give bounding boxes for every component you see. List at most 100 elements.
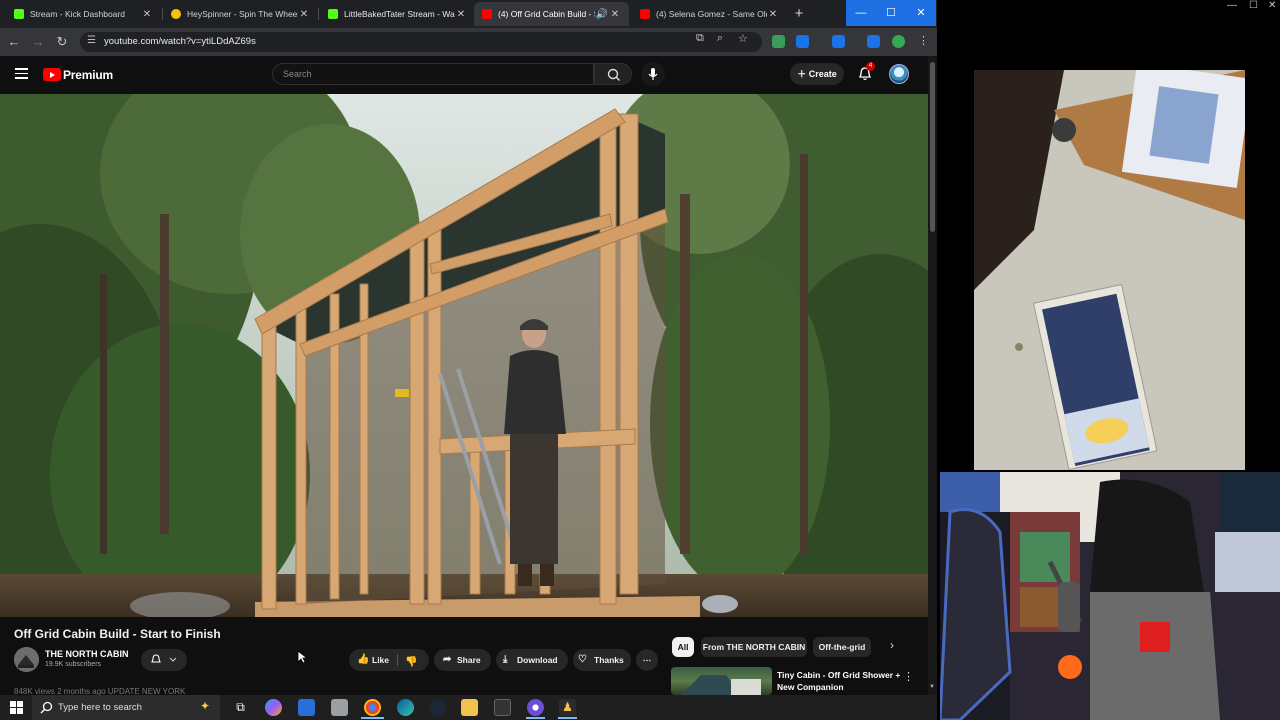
thanks-button[interactable]: ♡ Thanks	[573, 649, 631, 671]
edge-icon[interactable]	[397, 699, 414, 716]
description-preview[interactable]: 848K views 2 months ago UPDATE NEW YORK	[14, 683, 654, 695]
app-icon[interactable]: ♟	[559, 699, 576, 716]
channel-name[interactable]: THE NORTH CABIN	[45, 649, 129, 659]
youtube-brand[interactable]: Premium	[63, 68, 113, 82]
like-label[interactable]: Like	[372, 649, 389, 671]
taskbar-search-box[interactable]: Type here to search ✦	[32, 695, 220, 720]
tab-selena-gomez[interactable]: (4) Selena Gomez - Same Old ✕	[632, 2, 787, 26]
account-avatar[interactable]	[889, 64, 909, 84]
mouse-cursor-icon	[297, 650, 307, 664]
youtube-logo[interactable]	[43, 68, 61, 81]
recommended-more-icon[interactable]: ⋮	[903, 670, 914, 683]
tab-heyspinner[interactable]: HeySpinner - Spin The Wheel ✕	[163, 2, 318, 26]
maximize-icon[interactable]: ☐	[1249, 0, 1258, 11]
speaker-icon[interactable]: 🔊	[595, 9, 609, 20]
store-icon[interactable]	[298, 699, 315, 716]
back-icon[interactable]: ←	[6, 34, 22, 50]
extension-icon[interactable]	[796, 35, 809, 48]
scroll-down-icon[interactable]: ▼	[929, 684, 935, 690]
minimize-button[interactable]: —	[846, 0, 876, 26]
channel-avatar[interactable]	[14, 647, 39, 672]
search-icon	[607, 68, 620, 81]
thanks-icon: ♡	[578, 654, 587, 665]
taskbar-search-placeholder: Type here to search	[58, 702, 142, 713]
chrome-active-indicator	[361, 717, 384, 719]
heyspinner-icon	[171, 9, 181, 19]
voice-search-button[interactable]	[641, 62, 665, 86]
close-tab-icon[interactable]: ✕	[767, 9, 779, 20]
search-input[interactable]: Search	[272, 63, 594, 85]
more-actions-button[interactable]: ⋯	[636, 649, 658, 671]
overhead-camera-feed	[974, 70, 1245, 470]
profile-icon[interactable]	[892, 35, 905, 48]
video-player[interactable]	[0, 94, 928, 617]
app-icon[interactable]	[494, 699, 511, 716]
close-tab-icon[interactable]: ✕	[141, 9, 153, 20]
search-button[interactable]	[594, 63, 632, 85]
download-button[interactable]: ⤓ Download	[496, 649, 568, 671]
video-frame	[0, 94, 928, 617]
youtube-icon	[640, 9, 650, 19]
address-bar[interactable]: ☰ youtube.com/watch?v=ytiLDdAZ69s	[80, 32, 762, 52]
close-window-button[interactable]: ✕	[906, 0, 936, 26]
reload-icon[interactable]: ↻	[54, 34, 70, 50]
recommended-title[interactable]: Tiny Cabin - Off Grid Shower + New Compa…	[777, 669, 902, 693]
extension-icon[interactable]	[832, 35, 845, 48]
thumbs-down-icon[interactable]: 👍	[405, 649, 417, 671]
extension-icon[interactable]	[867, 35, 880, 48]
scrollbar-thumb[interactable]	[930, 62, 935, 232]
close-tab-icon[interactable]: ✕	[298, 9, 310, 20]
chrome-icon[interactable]	[364, 699, 381, 716]
chip-off-the-grid[interactable]: Off-the-grid	[813, 637, 871, 657]
overlay-titlebar: — ☐ ✕	[937, 0, 1280, 16]
subscriber-count: 19.9K subscribers	[45, 661, 102, 668]
task-view-icon[interactable]: ⧉	[232, 699, 249, 716]
app-icon[interactable]	[331, 699, 348, 716]
steam-icon[interactable]	[429, 699, 446, 716]
copilot-icon[interactable]	[265, 699, 282, 716]
bookmark-star-icon[interactable]: ☆	[738, 32, 748, 45]
tab-littlebakedtater[interactable]: LittleBakedTater Stream - Wat ✕	[320, 2, 475, 26]
chip-from-channel[interactable]: From THE NORTH CABIN	[701, 637, 807, 657]
download-label: Download	[517, 655, 558, 665]
chip-all[interactable]: All	[672, 637, 694, 657]
youtube-icon	[482, 9, 492, 19]
maximize-button[interactable]: ☐	[876, 0, 906, 26]
chevron-right-icon[interactable]: ›	[890, 638, 894, 652]
create-button[interactable]: ＋ Create	[790, 63, 844, 85]
windows-start-icon[interactable]	[10, 701, 23, 714]
close-icon[interactable]: ✕	[1268, 0, 1276, 11]
extension-icon[interactable]	[772, 35, 785, 48]
site-info-icon[interactable]: ☰	[87, 35, 96, 46]
file-explorer-icon[interactable]	[461, 699, 478, 716]
share-icon: ➦	[443, 654, 452, 665]
forward-icon[interactable]: →	[30, 34, 46, 50]
share-button[interactable]: ➦ Share	[434, 649, 491, 671]
zoom-icon[interactable]: ⌕	[717, 32, 723, 45]
cast-icon[interactable]: ⧉	[696, 32, 704, 45]
tab-off-grid-cabin[interactable]: (4) Off Grid Cabin Build - S 🔊 ✕	[474, 2, 629, 26]
tab-divider	[318, 8, 319, 20]
like-divider	[397, 654, 398, 666]
new-tab-button[interactable]: +	[790, 5, 808, 23]
obs-icon[interactable]	[527, 699, 544, 716]
tab-title: LittleBakedTater Stream - Wat	[344, 9, 455, 19]
search-icon	[40, 701, 53, 714]
minimize-icon[interactable]: —	[1227, 0, 1237, 11]
kebab-menu-icon[interactable]: ⋮	[918, 34, 929, 47]
kick-icon	[14, 9, 24, 19]
windows-taskbar: Type here to search ✦ ⧉ ♟	[0, 695, 937, 720]
recommended-thumbnail-image	[681, 675, 761, 695]
thumbs-up-icon[interactable]: 👍	[357, 649, 369, 671]
url-text: youtube.com/watch?v=ytiLDdAZ69s	[104, 36, 256, 47]
hamburger-menu-icon[interactable]	[15, 68, 28, 79]
close-tab-icon[interactable]: ✕	[609, 9, 621, 20]
tab-kick-dashboard[interactable]: Stream - Kick Dashboard ✕	[6, 2, 161, 26]
tab-strip: Stream - Kick Dashboard ✕ HeySpinner - S…	[0, 0, 937, 28]
recommended-thumbnail[interactable]	[671, 667, 772, 695]
microphone-icon	[648, 68, 658, 80]
close-tab-icon[interactable]: ✕	[455, 9, 467, 20]
like-dislike-group: 👍 Like 👍	[349, 649, 429, 671]
subscribed-notifications-button[interactable]	[141, 649, 187, 671]
kick-icon	[328, 9, 338, 19]
